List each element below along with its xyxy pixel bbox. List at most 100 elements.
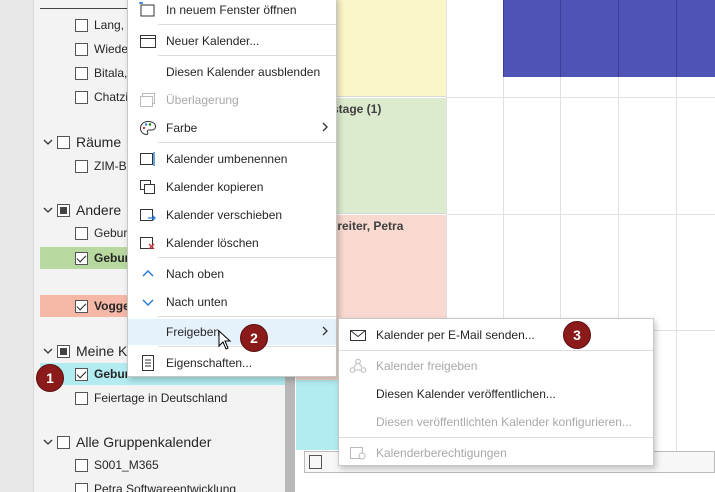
chevron-down-icon <box>139 294 157 310</box>
submenu-item-label: Kalender freigeben <box>376 359 478 373</box>
calendar-item-label: Feiertage in Deutschland <box>94 391 228 405</box>
calendar-icon <box>139 33 157 49</box>
group-label: Meine K <box>76 343 128 359</box>
share-submenu: Kalender per E-Mail senden... Kalender f… <box>338 318 654 466</box>
submenu-item-email-calendar[interactable]: Kalender per E-Mail senden... <box>339 321 653 349</box>
menu-item-hide-calendar[interactable]: Diesen Kalender ausblenden <box>128 59 336 85</box>
menu-separator <box>158 55 336 56</box>
grid-line <box>560 0 561 77</box>
menu-item-delete-calendar[interactable]: Kalender löschen <box>128 230 336 256</box>
group-all-group-calendars[interactable]: Alle Gruppenkalender <box>42 430 211 454</box>
share-icon <box>349 358 367 374</box>
menu-item-new-calendar[interactable]: Neuer Kalender... <box>128 28 336 54</box>
calendar-checkbox[interactable] <box>75 251 88 265</box>
menu-item-move-up[interactable]: Nach oben <box>128 261 336 287</box>
menu-item-properties[interactable]: Eigenschaften... <box>128 350 336 376</box>
menu-item-label: In neuem Fenster öffnen <box>166 3 297 17</box>
chevron-down-icon[interactable] <box>42 436 54 448</box>
calendar-item-label: ZIM-B <box>94 159 127 173</box>
rename-icon <box>139 151 157 167</box>
step-badge-2: 2 <box>240 324 268 352</box>
palette-icon <box>139 120 157 136</box>
copy-icon <box>139 179 157 195</box>
group-checkbox[interactable] <box>57 135 70 149</box>
menu-item-label: Farbe <box>166 121 198 135</box>
group-other[interactable]: Andere <box>42 198 121 222</box>
menu-item-label: Kalender kopieren <box>166 180 264 194</box>
menu-item-color[interactable]: Farbe <box>128 115 336 141</box>
calendar-checkbox[interactable] <box>75 367 88 381</box>
menu-item-label: Überlagerung <box>166 93 239 107</box>
context-menu: In neuem Fenster öffnen Neuer Kalender..… <box>127 0 337 377</box>
calendar-checkbox[interactable] <box>75 226 88 240</box>
permissions-icon <box>349 445 367 461</box>
grid-line <box>618 0 619 77</box>
menu-separator <box>158 257 336 258</box>
calendar-item-label: Vogge <box>94 299 130 313</box>
mouse-cursor-icon <box>218 330 232 350</box>
calendar-item-label: Bitala, <box>94 66 128 80</box>
menu-item-copy-calendar[interactable]: Kalender kopieren <box>128 174 336 200</box>
chevron-down-icon[interactable] <box>42 136 54 148</box>
group-label: Andere <box>76 202 122 218</box>
calendar-checkbox[interactable] <box>75 18 88 32</box>
calendar-checkbox[interactable] <box>75 299 88 313</box>
chevron-right-icon <box>320 325 330 340</box>
menu-separator <box>158 24 336 25</box>
calendar-item-label: Chatzi <box>94 90 129 104</box>
overlay-icon <box>139 92 157 108</box>
menu-item-rename-calendar[interactable]: Kalender umbenennen <box>128 146 336 172</box>
menu-item-label: Kalender löschen <box>166 236 259 250</box>
menu-item-label: Kalender umbenennen <box>166 152 288 166</box>
delete-icon <box>139 235 157 251</box>
calendar-item-label: Gebur <box>94 251 130 265</box>
chevron-up-icon <box>139 266 157 282</box>
calendar-item[interactable]: Petra Softwareentwicklung <box>40 478 285 492</box>
menu-item-move-down[interactable]: Nach unten <box>128 289 336 315</box>
calendar-checkbox[interactable] <box>75 391 88 405</box>
calendar-checkbox[interactable] <box>75 66 88 80</box>
step-badge-3: 3 <box>563 321 591 349</box>
submenu-item-calendar-permissions: Kalenderberechtigungen <box>339 439 653 467</box>
menu-item-label: Kalender verschieben <box>166 208 283 222</box>
calendar-item-label: Gebur <box>94 367 130 381</box>
calendar-checkbox[interactable] <box>75 482 88 492</box>
menu-item-overlay: Überlagerung <box>128 87 336 113</box>
grid-line <box>676 0 677 77</box>
grid-line <box>446 214 715 215</box>
calendar-item[interactable]: Feiertage in Deutschland <box>40 387 285 409</box>
group-checkbox[interactable] <box>57 203 70 217</box>
group-checkbox[interactable] <box>57 435 70 449</box>
calendar-item-label: Lang, <box>94 18 125 32</box>
menu-item-label: Nach oben <box>166 267 225 281</box>
calendar-checkbox[interactable] <box>75 42 88 56</box>
chevron-down-icon[interactable] <box>42 345 54 357</box>
calendar-item[interactable]: S001_M365 <box>40 454 285 476</box>
person-icon <box>309 455 322 469</box>
divider <box>40 8 130 9</box>
submenu-item-label: Diesen veröffentlichten Kalender konfigu… <box>376 415 632 429</box>
menu-item-share[interactable]: Freigeben <box>128 319 336 345</box>
group-my-calendars[interactable]: Meine K <box>42 339 127 363</box>
calendar-checkbox[interactable] <box>75 458 88 472</box>
menu-item-label: Freigeben <box>166 325 221 339</box>
group-rooms[interactable]: Räume <box>42 130 121 154</box>
calendar-item-label: Gebur <box>94 226 128 240</box>
calendar-checkbox[interactable] <box>75 90 88 104</box>
submenu-item-publish-calendar[interactable]: Diesen Kalender veröffentlichen... <box>339 380 653 408</box>
chevron-right-icon <box>320 121 330 136</box>
submenu-item-share-calendar: Kalender freigeben <box>339 352 653 380</box>
menu-item-move-calendar[interactable]: Kalender verschieben <box>128 202 336 228</box>
menu-item-open-new-window[interactable]: In neuem Fenster öffnen <box>128 0 336 23</box>
menu-separator <box>158 316 336 317</box>
menu-separator <box>339 350 653 351</box>
submenu-item-label: Kalenderberechtigungen <box>376 446 507 460</box>
calendar-event-block[interactable] <box>503 0 715 77</box>
menu-item-label: Diesen Kalender ausblenden <box>166 65 321 79</box>
calendar-item-label: Petra Softwareentwicklung <box>94 482 237 492</box>
calendar-item-label: Wiede <box>94 42 129 56</box>
chevron-down-icon[interactable] <box>42 204 54 216</box>
calendar-checkbox[interactable] <box>75 159 88 173</box>
menu-item-label: Nach unten <box>166 295 228 309</box>
group-checkbox[interactable] <box>57 344 70 358</box>
